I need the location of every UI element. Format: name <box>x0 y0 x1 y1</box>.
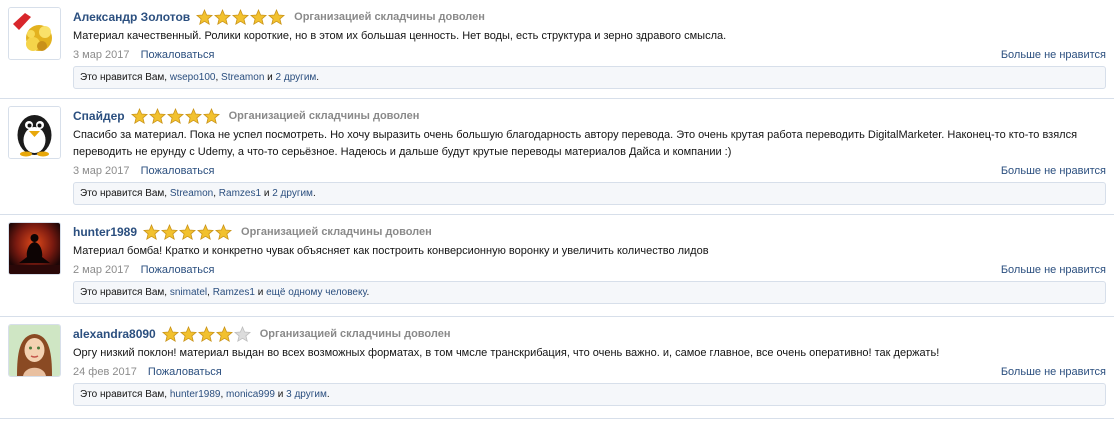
star-filled-icon <box>196 8 214 25</box>
rating-title: Организацией складчины доволен <box>228 110 420 122</box>
likes-prefix: Это нравится Вам, <box>80 188 170 199</box>
review-date: 3 мар 2017 <box>73 49 130 61</box>
star-filled-icon <box>148 107 166 124</box>
star-filled-icon <box>143 223 161 240</box>
review-item: Спайдер Организацией складчины доволен С… <box>0 99 1114 215</box>
author-link[interactable]: hunter1989 <box>73 225 137 239</box>
star-filled-icon <box>232 8 250 25</box>
star-filled-icon <box>161 223 179 240</box>
review-date: 3 мар 2017 <box>73 165 130 177</box>
unlike-link[interactable]: Больше не нравится <box>1001 366 1106 378</box>
girl-portrait-icon <box>9 325 60 376</box>
unlike-link[interactable]: Больше не нравится <box>1001 49 1106 61</box>
report-link[interactable]: Пожаловаться <box>141 165 215 177</box>
rating-title: Организацией складчины доволен <box>259 328 451 340</box>
liker-link[interactable]: Streamon <box>170 188 213 199</box>
star-filled-icon <box>179 223 197 240</box>
review-date: 24 фев 2017 <box>73 366 137 378</box>
liker-link[interactable]: Streamon <box>221 72 264 83</box>
star-filled-icon <box>130 107 148 124</box>
liker-link[interactable]: Ramzes1 <box>213 287 255 298</box>
star-filled-icon <box>197 325 215 342</box>
likes-and: и <box>274 389 287 400</box>
unlike-link[interactable]: Больше не нравится <box>1001 165 1106 177</box>
avatar[interactable] <box>8 324 61 377</box>
likes-summary: Это нравится Вам, hunter1989, monica999 … <box>73 383 1106 406</box>
rating-stars <box>196 8 286 26</box>
likes-summary: Это нравится Вам, Streamon, Ramzes1 и 2 … <box>73 182 1106 205</box>
likes-and: и <box>264 72 276 83</box>
likes-and: и <box>261 188 273 199</box>
review-text: Оргу низкий поклон! материал выдан во вс… <box>73 347 940 359</box>
review-item: hunter1989 Организацией складчины доволе… <box>0 215 1114 317</box>
review-date: 2 мар 2017 <box>73 264 130 276</box>
liker-link[interactable]: snimatel <box>170 287 207 298</box>
review-text: Материал качественный. Ролики короткие, … <box>73 30 727 42</box>
star-empty-icon <box>233 325 251 342</box>
liker-link[interactable]: hunter1989 <box>170 389 221 400</box>
star-filled-icon <box>214 8 232 25</box>
author-link[interactable]: Спайдер <box>73 109 125 123</box>
likes-others-link[interactable]: 2 другим <box>272 188 313 199</box>
star-filled-icon <box>268 8 286 25</box>
review-item: Александр Золотов Организацией складчины… <box>0 0 1114 99</box>
likes-end: . <box>312 188 316 199</box>
rating-title: Организацией складчины доволен <box>294 11 485 23</box>
likes-end: . <box>316 72 320 83</box>
star-filled-icon <box>161 325 179 342</box>
likes-end: . <box>366 287 370 298</box>
likes-prefix: Это нравится Вам, <box>80 287 170 298</box>
avatar[interactable] <box>8 222 61 275</box>
rating-stars <box>161 325 252 343</box>
author-link[interactable]: Александр Золотов <box>73 10 190 24</box>
liker-link[interactable]: wsepo100 <box>170 72 216 83</box>
review-text: Материал бомба! Кратко и конкретно чувак… <box>73 245 709 257</box>
likes-others-link[interactable]: 3 другим <box>286 389 327 400</box>
unlike-link[interactable]: Больше не нравится <box>1001 264 1106 276</box>
report-link[interactable]: Пожаловаться <box>141 49 215 61</box>
star-filled-icon <box>202 107 220 124</box>
likes-prefix: Это нравится Вам, <box>80 72 170 83</box>
likes-others-link[interactable]: 2 другим <box>276 72 317 83</box>
report-link[interactable]: Пожаловаться <box>148 366 222 378</box>
star-filled-icon <box>179 325 197 342</box>
likes-summary: Это нравится Вам, wsepo100, Streamon и 2… <box>73 66 1106 89</box>
liker-link[interactable]: monica999 <box>226 389 275 400</box>
author-link[interactable]: alexandra8090 <box>73 327 156 341</box>
meditation-silhouette-icon <box>9 223 60 274</box>
likes-prefix: Это нравится Вам, <box>80 389 170 400</box>
liker-link[interactable]: Ramzes1 <box>219 188 261 199</box>
avatar[interactable] <box>8 7 61 60</box>
review-item: alexandra8090 Организацией складчины дов… <box>0 317 1114 419</box>
rating-stars <box>143 223 233 241</box>
likes-others-link[interactable]: ещё одному человеку <box>266 287 366 298</box>
gold-coins-icon <box>9 8 60 59</box>
rating-stars <box>130 107 221 125</box>
star-filled-icon <box>215 325 233 342</box>
star-filled-icon <box>184 107 202 124</box>
review-text: Спасибо за материал. Пока не успел посмо… <box>73 129 1078 158</box>
penguin-icon <box>9 107 60 158</box>
rating-title: Организацией складчины доволен <box>241 226 432 238</box>
star-filled-icon <box>250 8 268 25</box>
report-link[interactable]: Пожаловаться <box>141 264 215 276</box>
star-filled-icon <box>166 107 184 124</box>
likes-summary: Это нравится Вам, snimatel, Ramzes1 и ещ… <box>73 281 1106 304</box>
likes-end: . <box>326 389 330 400</box>
star-filled-icon <box>215 223 233 240</box>
likes-and: и <box>254 287 267 298</box>
avatar[interactable] <box>8 106 61 159</box>
star-filled-icon <box>197 223 215 240</box>
